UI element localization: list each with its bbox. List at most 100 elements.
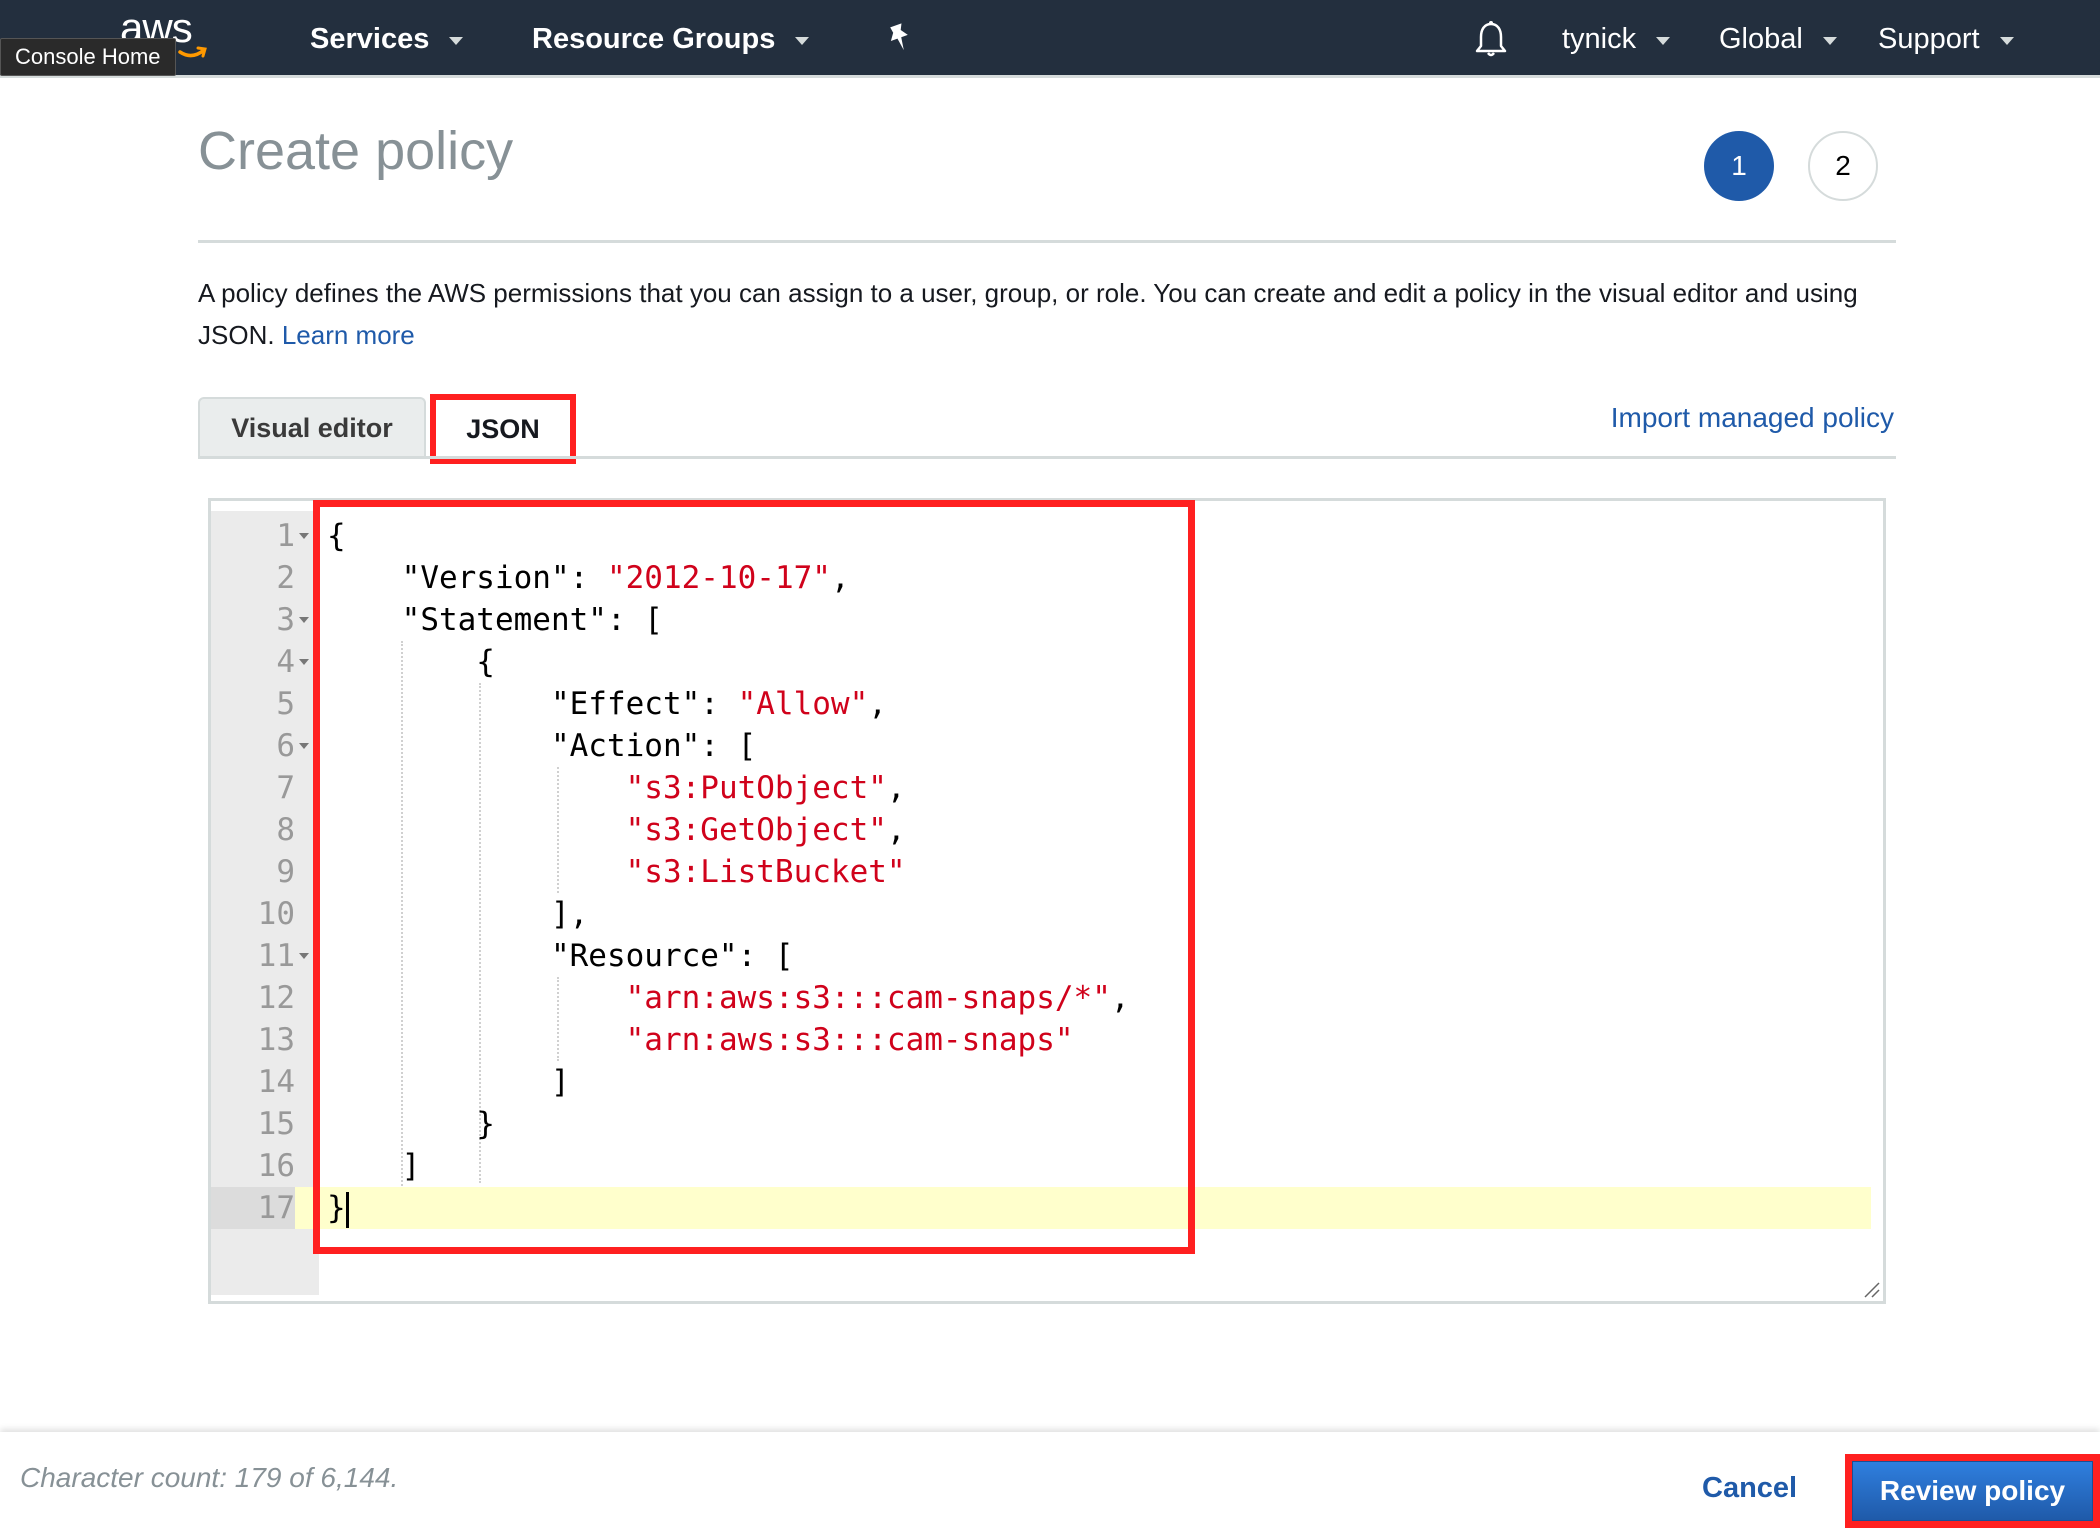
region-label: Global (1719, 22, 1803, 55)
line-number: 14 (257, 1064, 295, 1100)
code-line[interactable]: 12 "arn:aws:s3:::cam-snaps/*", (211, 977, 1871, 1019)
code-line[interactable]: 4 { (211, 641, 1871, 683)
json-policy-editor[interactable]: 1{2 "Version": "2012-10-17", 3 "Statement… (208, 498, 1886, 1304)
region-menu[interactable]: Global (1719, 0, 1837, 78)
code-line[interactable]: 5 "Effect": "Allow", (211, 683, 1871, 725)
json-string-token: "s3:GetObject" (625, 812, 887, 848)
step-2-indicator: 2 (1808, 131, 1878, 201)
code-line[interactable]: 3 "Statement": [ (211, 599, 1871, 641)
top-nav: aws Console Home Services Resource Group… (0, 0, 2100, 78)
code-text: "Statement": [ (327, 599, 663, 641)
line-number: 12 (257, 980, 295, 1016)
code-line[interactable]: 17} (211, 1187, 1871, 1229)
resource-groups-label: Resource Groups (532, 22, 776, 55)
step-1-indicator: 1 (1704, 131, 1774, 201)
json-token: { (327, 644, 495, 680)
code-text: "arn:aws:s3:::cam-snaps/*", (327, 977, 1130, 1019)
code-text: "Effect": "Allow", (327, 683, 887, 725)
chevron-down-icon (1822, 36, 1837, 45)
resize-handle-icon[interactable] (1863, 1281, 1881, 1299)
line-number: 13 (257, 1022, 295, 1058)
review-policy-highlight: Review policy (1845, 1454, 2100, 1528)
code-lines: 1{2 "Version": "2012-10-17", 3 "Statement… (211, 515, 1871, 1229)
fold-toggle-icon[interactable] (299, 659, 309, 665)
services-menu[interactable]: Services (310, 0, 464, 78)
json-token: ], (327, 896, 589, 932)
code-text: } (327, 1103, 495, 1145)
services-label: Services (310, 22, 430, 55)
json-token: "Statement": [ (327, 602, 663, 638)
code-line[interactable]: 2 "Version": "2012-10-17", (211, 557, 1871, 599)
json-token: { (327, 518, 346, 554)
code-line[interactable]: 13 "arn:aws:s3:::cam-snaps" (211, 1019, 1871, 1061)
console-home-tooltip: Console Home (0, 38, 176, 76)
description-text: A policy defines the AWS permissions tha… (198, 278, 1858, 350)
fold-toggle-icon[interactable] (299, 617, 309, 623)
code-line[interactable]: 16 ] (211, 1145, 1871, 1187)
resource-groups-menu[interactable]: Resource Groups (532, 0, 810, 78)
code-line[interactable]: 15 } (211, 1103, 1871, 1145)
pin-icon[interactable] (884, 22, 914, 54)
code-line[interactable]: 8 "s3:GetObject", (211, 809, 1871, 851)
chevron-down-icon (1656, 36, 1671, 45)
json-token: "Version": (327, 560, 607, 596)
line-number: 1 (276, 518, 295, 554)
code-text: ] (327, 1061, 570, 1103)
code-text: { (327, 641, 495, 683)
json-string-token: "Allow" (737, 686, 869, 722)
character-count: Character count: 179 of 6,144. (20, 1462, 399, 1493)
line-number: 7 (276, 770, 295, 806)
footer-bar: Character count: 179 of 6,144. Cancel Re… (0, 1432, 2100, 1528)
fold-toggle-icon[interactable] (299, 953, 309, 959)
tab-visual-editor[interactable]: Visual editor (198, 397, 426, 457)
cancel-button[interactable]: Cancel (1702, 1472, 1797, 1505)
code-line[interactable]: 9 "s3:ListBucket" (211, 851, 1871, 893)
code-text: { (327, 515, 346, 557)
notifications-bell-icon[interactable] (1474, 20, 1508, 58)
json-token: , (886, 812, 906, 848)
aws-smile-icon (178, 46, 207, 58)
chevron-down-icon (795, 36, 810, 45)
line-number: 11 (257, 938, 295, 974)
line-number: 10 (257, 896, 295, 932)
account-menu[interactable]: tynick (1562, 0, 1671, 78)
learn-more-link[interactable]: Learn more (282, 320, 415, 350)
code-line[interactable]: 14 ] (211, 1061, 1871, 1103)
support-menu[interactable]: Support (1878, 0, 2014, 78)
json-string-token: "s3:ListBucket" (625, 854, 906, 890)
code-line[interactable]: 1{ (211, 515, 1871, 557)
text-cursor (345, 1191, 349, 1228)
code-text: "Resource": [ (327, 935, 794, 977)
line-number: 15 (257, 1106, 295, 1142)
chevron-down-icon (449, 36, 464, 45)
account-name: tynick (1562, 22, 1637, 55)
fold-toggle-icon[interactable] (299, 533, 309, 539)
tab-json[interactable]: JSON (430, 394, 576, 464)
divider (198, 240, 1896, 243)
policy-description: A policy defines the AWS permissions tha… (198, 272, 1918, 356)
code-line[interactable]: 6 "Action": [ (211, 725, 1871, 767)
code-line[interactable]: 7 "s3:PutObject", (211, 767, 1871, 809)
line-number: 2 (276, 560, 295, 596)
json-string-token: "arn:aws:s3:::cam-snaps/*" (625, 980, 1111, 1016)
fold-toggle-icon[interactable] (299, 743, 309, 749)
import-managed-policy-link[interactable]: Import managed policy (1611, 402, 1894, 434)
code-text: "s3:PutObject", (327, 767, 906, 809)
code-line[interactable]: 10 ], (211, 893, 1871, 935)
line-number: 4 (276, 644, 295, 680)
review-policy-button[interactable]: Review policy (1852, 1461, 2093, 1521)
code-text: "arn:aws:s3:::cam-snaps" (327, 1019, 1074, 1061)
json-string-token: "arn:aws:s3:::cam-snaps" (625, 1022, 1074, 1058)
chevron-down-icon (1999, 36, 2014, 45)
json-token: , (886, 770, 906, 806)
code-text: ] (327, 1145, 421, 1187)
code-line[interactable]: 11 "Resource": [ (211, 935, 1871, 977)
json-token: , (830, 560, 850, 596)
line-number: 5 (276, 686, 295, 722)
code-text: "Version": "2012-10-17", (327, 557, 850, 599)
code-text: "Action": [ (327, 725, 756, 767)
code-text: "s3:GetObject", (327, 809, 906, 851)
